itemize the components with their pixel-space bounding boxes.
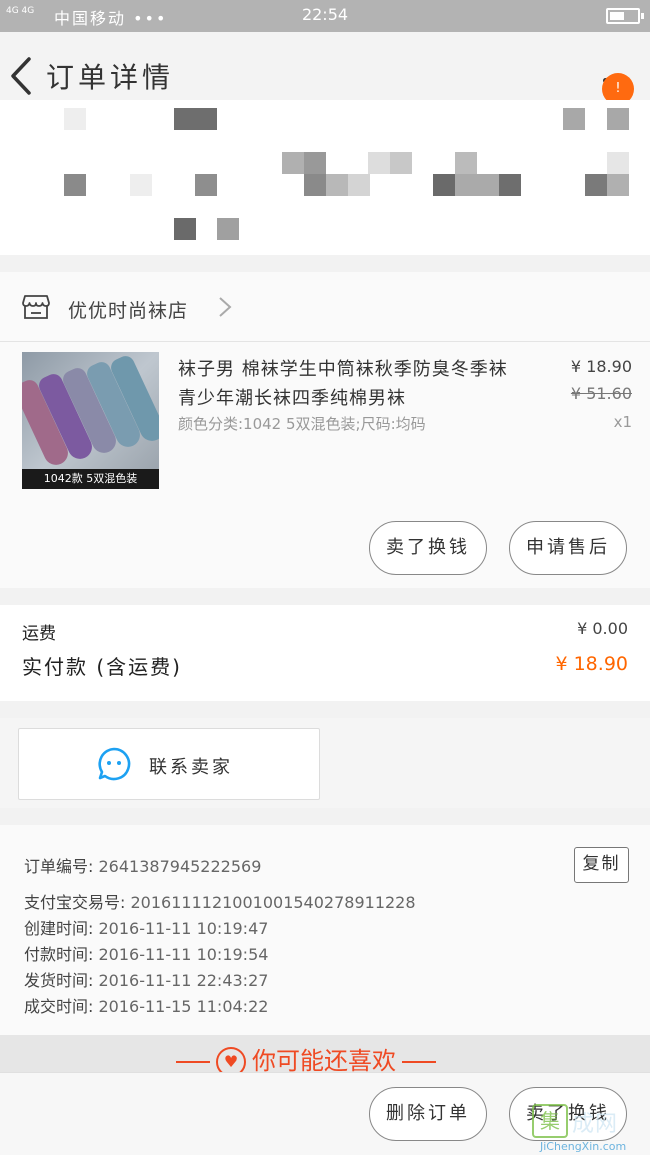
mosaic-pixel [390,152,412,174]
battery-icon [606,8,644,24]
mosaic-pixel [607,152,629,174]
back-button[interactable] [4,52,38,100]
contact-seller-label: 联系卖家 [149,757,233,778]
mosaic-pixel [304,152,326,174]
mosaic-pixel [64,174,86,196]
shipped-time: 2016-11-11 22:43:27 [98,971,269,990]
delete-order-button[interactable]: 删除订单 [369,1087,487,1141]
shipping-value: ¥ 0.00 [577,619,628,638]
status-bar: 4G 4G 中国移动 ••• 22:54 [0,0,650,32]
mosaic-pixel [282,152,304,174]
mosaic-pixel [130,174,152,196]
chat-bubble-icon [98,747,131,781]
payment-summary: 运费 ¥ 0.00 实付款 (含运费) ¥ 18.90 [0,605,650,701]
status-time: 22:54 [301,5,349,24]
alipay-number-label: 支付宝交易号: [24,893,126,912]
mosaic-pixel [368,152,390,174]
sell-for-cash-button[interactable]: 卖了换钱 [369,521,487,575]
apply-after-sale-button[interactable]: 申请售后 [509,521,627,575]
divider [176,1061,210,1063]
completed-time-row: 成交时间: 2016-11-15 11:04:22 [24,993,268,1017]
shop-name[interactable]: 优优时尚袜店 [68,296,188,323]
paid-time-row: 付款时间: 2016-11-11 10:19:54 [24,941,268,965]
page-title: 订单详情 [46,61,175,94]
mosaic-pixel [304,174,326,196]
mosaic-pixel [477,174,499,196]
watermark-url: JiChengXin.com [540,1140,627,1153]
order-info: 订单编号: 2641387945222569 复制 支付宝交易号: 201611… [0,825,650,1035]
mosaic-pixel [563,108,585,130]
mosaic-pixel [348,174,370,196]
mosaic-pixel [585,174,607,196]
recommend-text: 你可能还喜欢 [252,1047,396,1075]
store-icon [22,295,50,319]
battery-level [610,12,624,20]
product-quantity: x1 [613,413,632,431]
address-block-mosaic [0,100,650,255]
contact-seller-button[interactable]: 联系卖家 [18,728,320,800]
mosaic-pixel [607,108,629,130]
shop-row[interactable]: 优优时尚袜店 [0,272,650,342]
created-time-row: 创建时间: 2016-11-11 10:19:47 [24,915,268,939]
order-number-label: 订单编号: [24,857,94,876]
paid-time-label: 付款时间: [24,945,94,964]
shipped-time-row: 发货时间: 2016-11-11 22:43:27 [24,967,268,991]
copy-order-number-button[interactable]: 复制 [574,847,629,883]
product-original-price: ¥ 51.60 [570,384,632,403]
mosaic-pixel [326,174,348,196]
paid-amount-value: ¥ 18.90 [555,653,628,675]
carrier-name: 中国移动 ••• [54,9,168,28]
thumbnail-caption: 1042款 5双混色装 [22,469,159,489]
product-spec: 颜色分类:1042 5双混色装;尺码:均码 [178,415,426,433]
order-number: 2641387945222569 [98,857,262,876]
mosaic-pixel [217,218,239,240]
completed-time-label: 成交时间: [24,997,94,1016]
watermark-text: 成网 [572,1112,619,1137]
order-number-row: 订单编号: 2641387945222569 [24,853,261,877]
product-thumbnail[interactable]: 1042款 5双混色装 [22,352,159,489]
paid-time: 2016-11-11 10:19:54 [98,945,269,964]
shipping-label: 运费 [22,624,56,644]
chevron-left-icon [11,57,31,95]
mosaic-pixel [174,218,196,240]
mosaic-pixel [455,152,477,174]
product-title[interactable]: 袜子男 棉袜学生中筒袜秋季防臭冬季袜青少年潮长袜四季纯棉男袜 [178,355,518,413]
paid-amount-label: 实付款 (含运费) [22,655,182,679]
mosaic-pixel [64,108,86,130]
created-time-label: 创建时间: [24,919,94,938]
alipay-number-row: 支付宝交易号: 2016111121001001540278911228 [24,889,416,913]
shipped-time-label: 发货时间: [24,971,94,990]
signal-indicator: 4G 4G [6,6,35,16]
mosaic-pixel [174,108,217,130]
completed-time: 2016-11-15 11:04:22 [98,997,269,1016]
divider [402,1061,436,1063]
mosaic-pixel [433,174,455,196]
watermark: 集 成网 JiChengXin.com [530,1100,648,1153]
alipay-number: 2016111121001001540278911228 [130,893,416,912]
product-price: ¥ 18.90 [570,357,632,376]
watermark-logo-icon: 集 [532,1104,568,1138]
mosaic-pixel [195,174,217,196]
order-item-card: 优优时尚袜店 1042款 5双混色装 袜子男 棉袜学生中筒袜秋季防臭冬季袜青少年… [0,272,650,588]
mosaic-pixel [455,174,477,196]
created-time: 2016-11-11 10:19:47 [98,919,269,938]
chevron-right-icon [219,297,232,317]
contact-area: 联系卖家 [0,718,650,808]
mosaic-pixel [607,174,629,196]
mosaic-pixel [499,174,521,196]
